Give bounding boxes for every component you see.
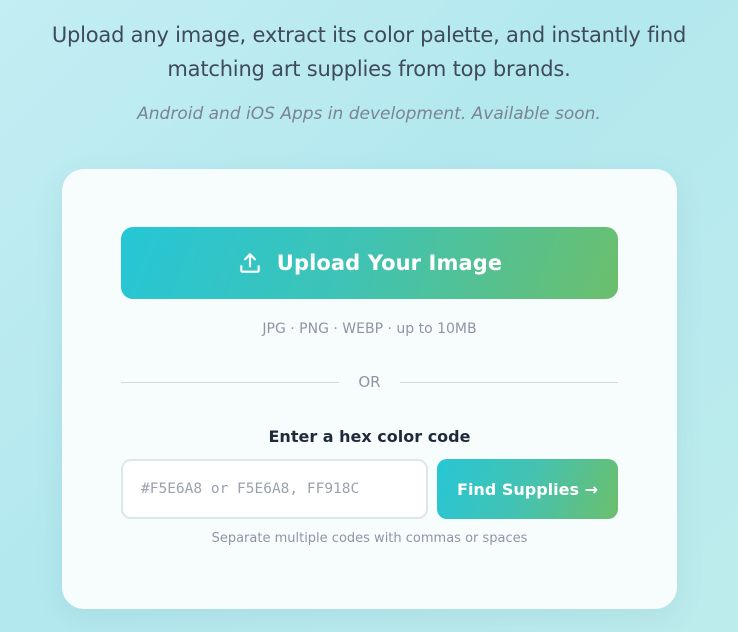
availability-note: Android and iOS Apps in development. Ava… xyxy=(137,104,601,124)
upload-button-label: Upload Your Image xyxy=(276,251,503,275)
accepted-formats: JPG · PNG · WEBP · up to 10MB xyxy=(262,321,477,337)
intro-text: Upload any image, extract its color pale… xyxy=(0,18,738,86)
hex-input-hint: Separate multiple codes with commas or s… xyxy=(211,531,528,546)
find-supplies-button[interactable]: Find Supplies → xyxy=(437,459,618,519)
hex-input-label: Enter a hex color code xyxy=(268,427,471,446)
upload-icon xyxy=(237,250,263,276)
upload-image-button[interactable]: Upload Your Image xyxy=(121,227,618,299)
upload-card: Upload Your Image JPG · PNG · WEBP · up … xyxy=(62,169,677,609)
divider-line-right xyxy=(400,382,618,383)
intro-line-1: Upload any image, extract its color pale… xyxy=(51,23,687,47)
intro-line-2: matching art supplies from top brands. xyxy=(167,57,571,81)
hex-color-input[interactable] xyxy=(121,459,428,519)
or-divider: OR xyxy=(121,373,618,393)
